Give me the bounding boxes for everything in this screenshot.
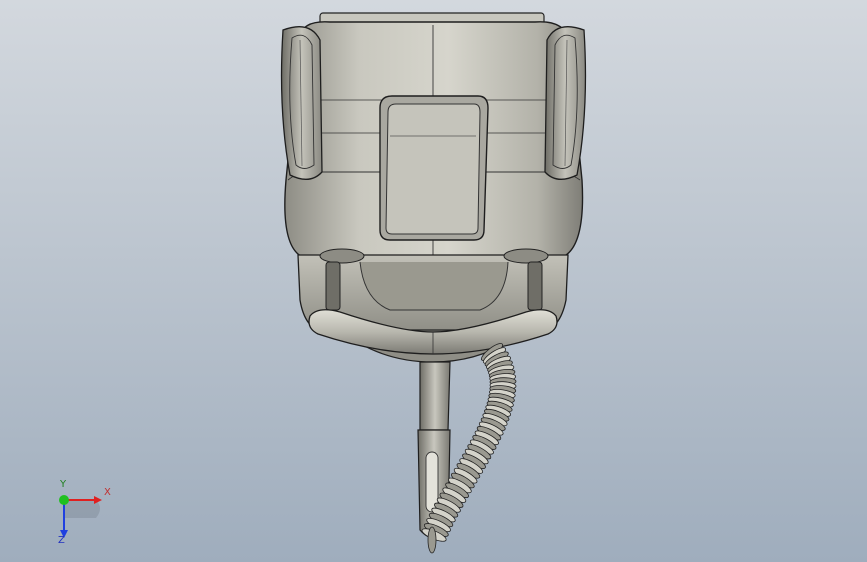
right-wheel[interactable] — [544, 26, 587, 180]
left-wheel[interactable] — [280, 26, 323, 180]
z-axis-label: Z — [58, 535, 65, 546]
y-axis-dot — [59, 495, 69, 505]
x-axis-label: X — [104, 487, 111, 498]
y-axis-label: Y — [60, 479, 67, 490]
front-panel[interactable] — [379, 95, 489, 241]
vacuum-cleaner-model[interactable] — [0, 0, 867, 562]
hose-ring — [427, 526, 437, 554]
graphics-viewport[interactable]: X Y Z — [0, 0, 867, 562]
orientation-triad: X Y Z — [44, 478, 114, 548]
